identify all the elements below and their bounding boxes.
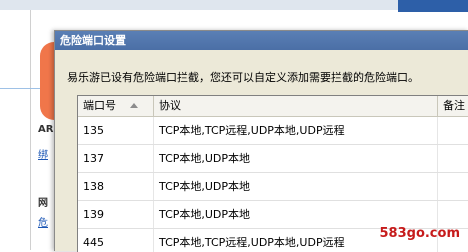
danger-port-dialog: 危险端口设置 易乐游已设有危险端口拦截，您还可以自定义添加需要拦截的危险端口。 …: [54, 30, 468, 252]
table-row[interactable]: 135 TCP本地,TCP远程,UDP本地,UDP远程: [78, 117, 468, 145]
protocol-cell: TCP本地,TCP远程,UDP本地,UDP远程: [154, 117, 438, 144]
table-row[interactable]: 137 TCP本地,UDP本地: [78, 145, 468, 173]
table-row[interactable]: 138 TCP本地,UDP本地: [78, 173, 468, 201]
column-header-protocol[interactable]: 协议: [154, 96, 438, 116]
table-header: 端口号 协议 备注: [78, 96, 468, 117]
column-header-port-label: 端口号: [83, 99, 116, 112]
background-divider: [30, 10, 31, 250]
sort-ascending-icon: [130, 103, 138, 108]
background-header-strip: [398, 0, 468, 12]
port-cell: 445: [78, 229, 154, 252]
column-header-note[interactable]: 备注: [438, 96, 468, 116]
column-header-port[interactable]: 端口号: [78, 96, 154, 116]
dialog-title[interactable]: 危险端口设置: [55, 31, 468, 50]
background-link-2[interactable]: 危: [38, 214, 48, 229]
table-row[interactable]: 139 TCP本地,UDP本地: [78, 201, 468, 229]
background-label-ar: AR: [38, 124, 54, 135]
port-cell: 137: [78, 145, 154, 172]
dialog-description: 易乐游已设有危险端口拦截，您还可以自定义添加需要拦截的危险端口。: [67, 71, 419, 84]
protocol-cell: TCP本地,UDP本地: [154, 173, 438, 200]
background-label-net: 网: [38, 198, 48, 209]
port-cell: 138: [78, 173, 154, 200]
background-link-1[interactable]: 绑: [38, 146, 48, 161]
site-watermark: 583go.com: [379, 226, 461, 241]
port-cell: 139: [78, 201, 154, 228]
port-cell: 135: [78, 117, 154, 144]
protocol-cell: TCP本地,UDP本地: [154, 201, 438, 228]
protocol-cell: TCP本地,UDP本地: [154, 145, 438, 172]
